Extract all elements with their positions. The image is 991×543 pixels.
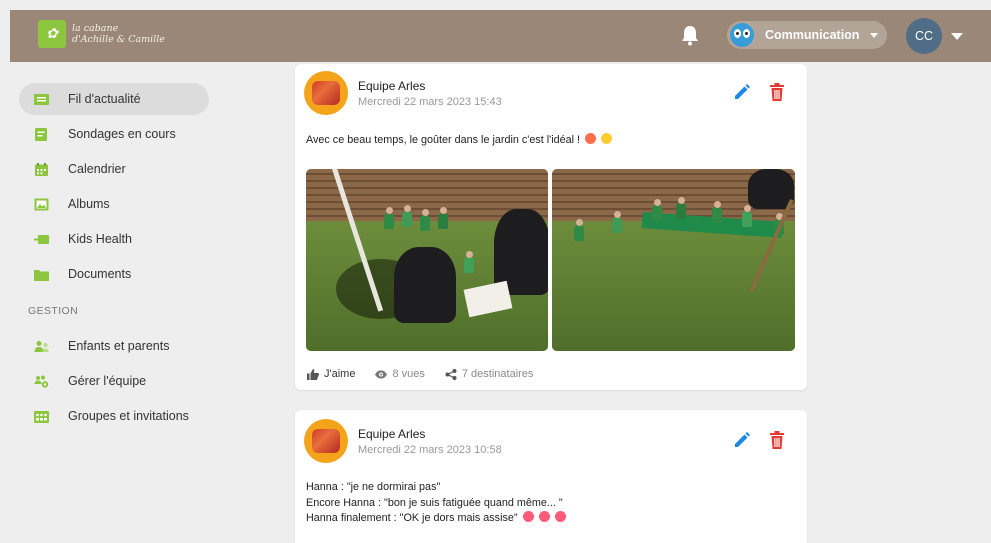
post-text: Avec ce beau temps, le goûter dans le ja… [306,133,613,149]
post-date: Mercredi 22 mars 2023 15:43 [358,96,502,108]
sidebar-item-calendar[interactable]: Calendrier [19,153,209,185]
kids-health-icon [34,234,49,244]
chevron-down-icon [870,32,879,38]
author-avatar[interactable] [304,419,348,463]
views-label: 8 vues [392,368,425,380]
heart-eyes-emoji-icon [538,511,550,522]
post-card: Equipe Arles Mercredi 22 mars 2023 15:43… [295,64,807,390]
sidebar-item-label: Fil d'actualité [68,92,141,106]
author-avatar[interactable] [304,71,348,115]
views-count: 8 vues [375,368,425,380]
delete-trash-icon[interactable] [769,83,785,101]
post-photo[interactable] [552,169,795,351]
sidebar-item-children-parents[interactable]: Enfants et parents [19,330,209,362]
sidebar-item-label: Documents [68,267,132,281]
sidebar-item-label: Gérer l'équipe [68,374,147,388]
sidebar: Fil d'actualité Sondages en cours Calend… [10,62,230,543]
recipients-count[interactable]: 7 destinataires [445,368,534,380]
post-actions: J'aime 8 vues 7 destinataires [307,368,553,380]
management-section-label: GESTION [28,305,79,317]
logo-text-line1: la cabane [72,23,119,34]
post-text-line: Hanna : "je ne dormirai pas" [306,481,441,493]
like-label: J'aime [324,368,356,380]
logo-text-line2: d'Achille & Camille [72,34,165,45]
heart-eyes-emoji-icon [554,511,566,522]
sidebar-item-label: Sondages en cours [68,127,176,141]
calendar-icon [35,162,48,176]
app-frame: ✿ la cabane d'Achille & Camille Communic… [10,10,991,543]
folder-icon [34,269,49,281]
post-date: Mercredi 22 mars 2023 10:58 [358,444,502,456]
thumbs-up-icon [307,368,319,380]
people-icon [34,340,49,352]
sidebar-item-groups[interactable]: Groupes et invitations [19,400,209,432]
eye-icon [375,370,388,378]
edit-pencil-icon[interactable] [733,83,751,101]
sidebar-item-label: Calendrier [68,162,126,176]
post-author[interactable]: Equipe Arles [358,427,425,441]
smile-emoji-icon [601,133,613,144]
logo-mark-icon: ✿ [38,20,66,48]
post-author[interactable]: Equipe Arles [358,79,425,93]
sidebar-item-news-feed[interactable]: Fil d'actualité [19,83,209,115]
like-button[interactable]: J'aime [307,368,355,380]
sidebar-item-label: Kids Health [68,232,132,246]
user-menu-chevron-icon[interactable] [951,33,963,40]
sidebar-item-documents[interactable]: Documents [19,258,209,290]
delete-trash-icon[interactable] [769,431,785,449]
sidebar-item-label: Enfants et parents [68,339,170,353]
share-icon [445,368,457,380]
sidebar-item-label: Albums [68,197,110,211]
poll-icon [35,127,47,141]
yum-emoji-icon [585,133,597,144]
post-text-content: Avec ce beau temps, le goûter dans le ja… [306,134,581,146]
sidebar-item-label: Groupes et invitations [68,409,189,423]
heart-eyes-emoji-icon [522,511,534,522]
post-photo[interactable] [306,169,548,351]
news-feed-icon [34,93,49,105]
post-card: Equipe Arles Mercredi 22 mars 2023 10:58… [295,410,807,543]
sidebar-item-team[interactable]: Gérer l'équipe [19,365,209,397]
account-label: Communication [765,28,860,42]
sidebar-item-albums[interactable]: Albums [19,188,209,220]
album-icon [34,198,49,210]
team-icon [34,375,49,388]
account-avatar-icon [730,23,754,47]
sidebar-item-kids-health[interactable]: Kids Health [19,223,209,255]
post-text-line: Hanna finalement : "OK je dors mais assi… [306,512,518,524]
post-text-line: Encore Hanna : "bon je suis fatiguée qua… [306,496,563,509]
groups-icon [34,410,49,423]
account-switcher[interactable]: Communication [727,21,887,49]
top-bar: ✿ la cabane d'Achille & Camille Communic… [10,10,991,62]
notification-bell-icon[interactable] [680,24,700,46]
edit-pencil-icon[interactable] [733,431,751,449]
app-logo[interactable]: ✿ la cabane d'Achille & Camille [38,20,165,48]
sidebar-item-polls[interactable]: Sondages en cours [19,118,209,150]
user-avatar[interactable]: CC [906,18,942,54]
post-text: Hanna : "je ne dormirai pas" Encore Hann… [306,480,566,527]
recipients-label: 7 destinataires [461,368,534,380]
